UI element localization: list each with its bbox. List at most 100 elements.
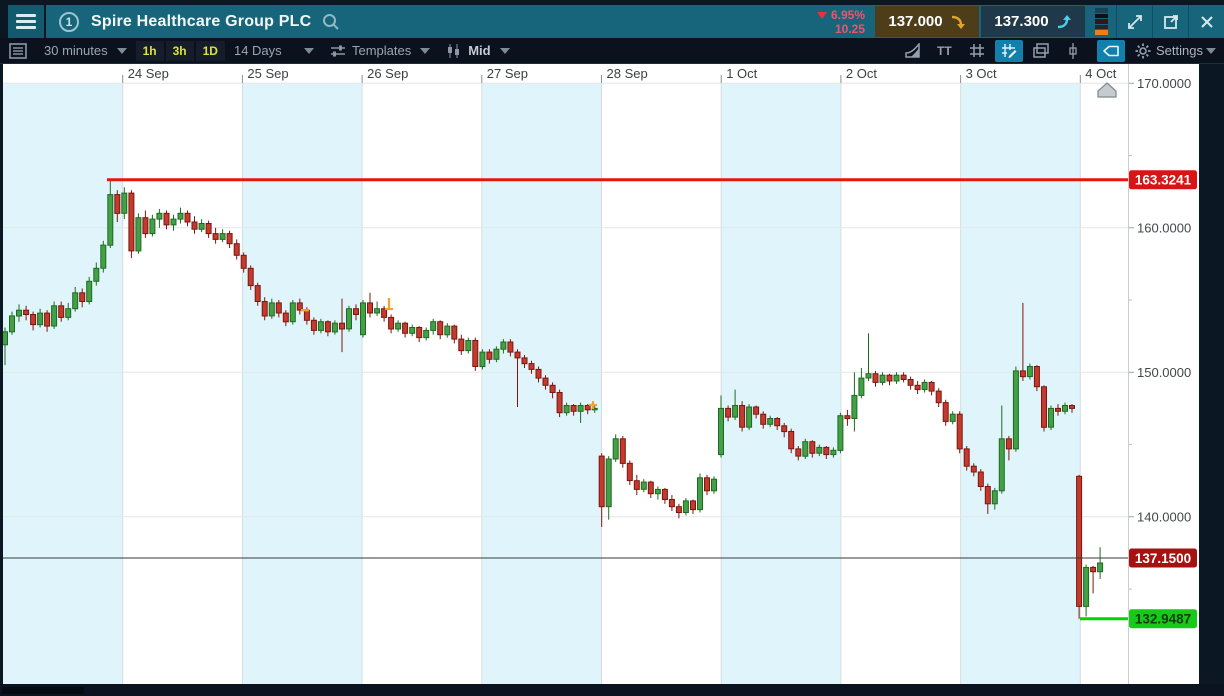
day-band — [601, 83, 722, 684]
pointer-tag-icon — [1103, 45, 1119, 56]
period-dropdown[interactable]: 14 Days — [226, 40, 322, 62]
gear-icon — [1135, 43, 1151, 58]
close-button[interactable] — [1188, 5, 1224, 38]
sell-price: 137.000 — [888, 13, 943, 30]
order-marker — [301, 309, 309, 312]
candlestick — [1041, 385, 1047, 432]
sell-button[interactable]: 137.000 — [875, 6, 979, 37]
candlestick — [746, 404, 753, 431]
candlestick — [289, 300, 296, 325]
date-label: 28 Sep — [607, 66, 648, 81]
chart-area[interactable]: 170.0000 160.0000 150.0000 140.0000 24 Sep 25… — [0, 64, 1224, 696]
sell-arrow-icon — [951, 15, 965, 29]
buy-button[interactable]: 137.300 — [981, 6, 1085, 37]
price-type-value: Mid — [468, 43, 491, 58]
date-label: 24 Sep — [128, 66, 169, 81]
candlestick — [100, 240, 107, 273]
day-band — [242, 83, 363, 684]
buy-price: 137.300 — [994, 13, 1049, 30]
menu-button[interactable] — [8, 5, 46, 38]
chevron-down-icon — [499, 47, 510, 54]
interval-1h-button[interactable]: 1h — [135, 40, 164, 61]
current-price-tag: 137.1500 — [1129, 548, 1197, 568]
candle-line-icon — [1069, 42, 1077, 59]
candlestick — [697, 473, 703, 513]
chart-list-button[interactable] — [6, 41, 30, 61]
area-chart-icon — [905, 43, 920, 58]
chart-toolbar: 30 minutes 1h 3h 1D 14 Days Templates Mi… — [0, 38, 1224, 64]
candlestick — [612, 434, 619, 462]
text-tool-button[interactable]: TT — [931, 40, 959, 62]
date-label: 2 Oct — [846, 66, 877, 81]
candlestick — [86, 276, 93, 305]
candlestick — [619, 435, 626, 468]
candlestick — [472, 337, 479, 371]
interval-value: 30 minutes — [44, 43, 108, 58]
candlestick — [128, 190, 135, 259]
text-tool-icon: TT — [937, 44, 952, 58]
candlestick — [360, 300, 366, 338]
price-type-dropdown[interactable]: Mid — [438, 40, 517, 62]
chevron-down-icon — [1206, 47, 1216, 54]
y-axis-label: 170.0000 — [1137, 76, 1191, 91]
day-band — [122, 83, 243, 684]
search-icon[interactable] — [321, 12, 341, 32]
templates-dropdown[interactable]: Templates — [322, 40, 438, 62]
day-band — [362, 83, 482, 684]
interval-dropdown[interactable]: 30 minutes — [36, 40, 135, 62]
pointer-tool-button[interactable] — [1097, 39, 1126, 62]
popout-button[interactable] — [1152, 5, 1188, 38]
top-bar: 1 Spire Healthcare Group PLC 6.95% 10.25… — [0, 0, 1224, 38]
grid-tool-button[interactable] — [963, 40, 991, 62]
date-label: 1 Oct — [726, 66, 757, 81]
candlestick — [956, 411, 963, 454]
candle-style-tool-button[interactable] — [1059, 40, 1087, 62]
candlestick — [1048, 405, 1054, 431]
candlestick — [51, 301, 58, 329]
price-change-block: 6.95% 10.25 — [816, 8, 865, 36]
day-band — [3, 83, 123, 684]
settings-button[interactable]: Settings — [1129, 40, 1222, 62]
instrument-title: Spire Healthcare Group PLC — [91, 12, 312, 30]
day-band — [481, 83, 602, 684]
h-scrollbar — [0, 684, 1224, 696]
buy-arrow-icon — [1057, 14, 1071, 28]
expand-button[interactable] — [1116, 5, 1152, 38]
candlestick — [837, 412, 844, 454]
candlestick — [556, 389, 563, 418]
area-chart-tool-button[interactable] — [899, 40, 927, 62]
instrument-number-badge[interactable]: 1 — [59, 11, 79, 32]
chevron-down-icon — [116, 47, 127, 54]
candlestick — [942, 399, 949, 426]
svg-text:137.1500: 137.1500 — [1135, 551, 1191, 566]
grid-pencil-icon — [1002, 44, 1017, 58]
draw-on-grid-tool-button[interactable] — [995, 39, 1024, 62]
interval-3h-button[interactable]: 3h — [165, 40, 194, 61]
badge-number: 1 — [65, 14, 73, 29]
low-price-tag: 132.9487 — [1129, 609, 1197, 629]
settings-label: Settings — [1156, 43, 1203, 58]
price-chart[interactable]: 170.0000 160.0000 150.0000 140.0000 24 Sep 25… — [0, 64, 1224, 696]
layers-tool-button[interactable] — [1027, 40, 1055, 62]
svg-text:163.3241: 163.3241 — [1135, 173, 1192, 188]
date-label: 26 Sep — [367, 66, 408, 81]
grid-icon — [970, 44, 985, 57]
date-label: 3 Oct — [966, 66, 997, 81]
candles-icon — [448, 43, 460, 58]
expand-icon — [1127, 14, 1142, 29]
change-absolute: 10.25 — [834, 21, 865, 36]
candlestick — [346, 305, 352, 332]
y-axis-label: 160.0000 — [1137, 220, 1191, 235]
high-price-tag: 163.3241 — [1129, 170, 1197, 190]
templates-sliders-icon — [330, 45, 345, 56]
interval-1d-button[interactable]: 1D — [195, 40, 225, 61]
candlestick — [682, 498, 689, 516]
candlestick — [711, 476, 717, 494]
h-scrollbar-thumb[interactable] — [2, 687, 84, 694]
candlestick — [739, 401, 746, 432]
chevron-down-icon — [303, 47, 314, 54]
market-depth-icon[interactable] — [1095, 8, 1108, 35]
chevron-down-icon — [420, 47, 431, 54]
date-label: 25 Sep — [247, 66, 288, 81]
candlestick — [1076, 474, 1083, 619]
